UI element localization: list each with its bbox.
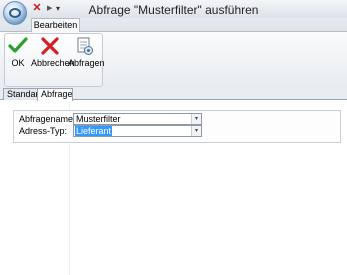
red-x-icon: [41, 37, 59, 55]
tab-abfrage[interactable]: Abfrage: [37, 88, 73, 101]
tab-standard[interactable]: Standard: [3, 88, 44, 100]
tab-bearbeiten[interactable]: Bearbeiten: [31, 18, 80, 32]
query-name-value: Musterfilter: [76, 114, 121, 124]
query-name-label: Abfragename:: [19, 114, 76, 124]
query-name-combobox[interactable]: Musterfilter ▾: [73, 113, 202, 125]
query-label: Abfragen: [68, 58, 105, 68]
chevron-down-icon[interactable]: ▾: [191, 114, 201, 124]
checkmark-icon: [8, 37, 28, 53]
app-logo-icon: [9, 8, 21, 18]
cancel-label: Abbrechen: [31, 58, 75, 68]
chevron-down-icon[interactable]: ▾: [191, 126, 201, 136]
cancel-button[interactable]: Abbrechen: [31, 36, 75, 68]
ok-button[interactable]: OK: [7, 36, 29, 68]
query-button[interactable]: Abfragen: [68, 36, 105, 68]
address-type-combobox[interactable]: Lieferant ▾: [73, 125, 202, 137]
window-title: Abfrage "Musterfilter" ausführen: [88, 3, 259, 17]
address-type-value: Lieferant: [75, 126, 113, 136]
address-type-label: Adress-Typ:: [19, 126, 68, 136]
app-menu-button[interactable]: [3, 1, 27, 25]
ok-label: OK: [11, 58, 25, 68]
query-document-icon: [77, 37, 93, 55]
